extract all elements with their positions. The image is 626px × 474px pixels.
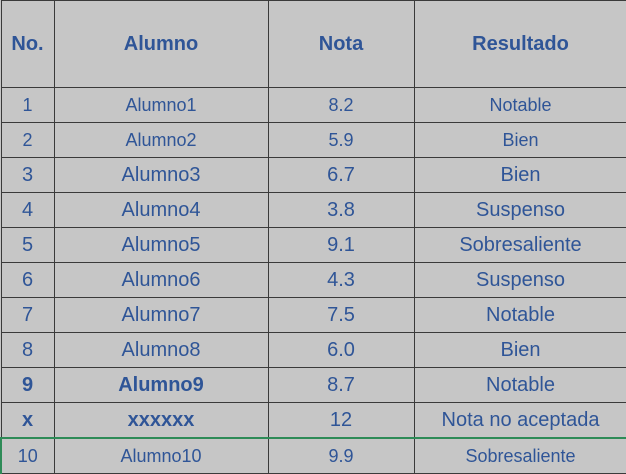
cell-resultado[interactable]: Notable <box>413 367 626 403</box>
cell-nota[interactable]: 3.8 <box>267 192 415 228</box>
header-nota[interactable]: Nota <box>267 0 415 88</box>
cell-no[interactable]: 8 <box>0 332 55 368</box>
cell-nota[interactable]: 7.5 <box>267 297 415 333</box>
cell-no[interactable]: 7 <box>0 297 55 333</box>
table-row: x xxxxxx 12 Nota no aceptada <box>0 402 626 439</box>
cell-no[interactable]: 5 <box>0 227 55 263</box>
cell-nota[interactable]: 8.7 <box>267 367 415 403</box>
cell-no[interactable]: 2 <box>0 122 55 158</box>
cell-no[interactable]: 3 <box>0 157 55 193</box>
cell-alumno[interactable]: Alumno9 <box>53 367 269 403</box>
cell-nota[interactable]: 9.9 <box>267 437 415 474</box>
cell-no[interactable]: 4 <box>0 192 55 228</box>
table-row: 8 Alumno8 6.0 Bien <box>0 332 626 368</box>
cell-resultado[interactable]: Bien <box>413 157 626 193</box>
header-no[interactable]: No. <box>0 0 55 88</box>
cell-alumno[interactable]: Alumno5 <box>53 227 269 263</box>
cell-resultado[interactable]: Suspenso <box>413 192 626 228</box>
cell-alumno[interactable]: Alumno4 <box>53 192 269 228</box>
header-alumno[interactable]: Alumno <box>53 0 269 88</box>
table-row: 2 Alumno2 5.9 Bien <box>0 122 626 158</box>
cell-no[interactable]: x <box>0 402 55 439</box>
cell-resultado[interactable]: Bien <box>413 122 626 158</box>
table-row: 1 Alumno1 8.2 Notable <box>0 87 626 123</box>
cell-alumno[interactable]: Alumno1 <box>53 87 269 123</box>
cell-alumno[interactable]: Alumno10 <box>53 437 269 474</box>
grades-table: No. Alumno Nota Resultado 1 Alumno1 8.2 … <box>0 0 626 474</box>
table-row: 7 Alumno7 7.5 Notable <box>0 297 626 333</box>
cell-resultado[interactable]: Suspenso <box>413 262 626 298</box>
cell-alumno[interactable]: xxxxxx <box>53 402 269 439</box>
cell-resultado[interactable]: Nota no aceptada <box>413 402 626 439</box>
cell-resultado[interactable]: Notable <box>413 297 626 333</box>
cell-alumno[interactable]: Alumno6 <box>53 262 269 298</box>
cell-alumno[interactable]: Alumno7 <box>53 297 269 333</box>
cell-resultado[interactable]: Notable <box>413 87 626 123</box>
cell-no[interactable]: 1 <box>0 87 55 123</box>
header-resultado[interactable]: Resultado <box>413 0 626 88</box>
table-row: 9 Alumno9 8.7 Notable <box>0 367 626 403</box>
cell-alumno[interactable]: Alumno3 <box>53 157 269 193</box>
table-row: 3 Alumno3 6.7 Bien <box>0 157 626 193</box>
cell-resultado[interactable]: Sobresaliente <box>413 227 626 263</box>
cell-nota[interactable]: 5.9 <box>267 122 415 158</box>
cell-no[interactable]: 10 <box>0 437 55 474</box>
table-row: 5 Alumno5 9.1 Sobresaliente <box>0 227 626 263</box>
cell-no[interactable]: 9 <box>0 367 55 403</box>
cell-alumno[interactable]: Alumno8 <box>53 332 269 368</box>
cell-nota[interactable]: 9.1 <box>267 227 415 263</box>
cell-nota[interactable]: 4.3 <box>267 262 415 298</box>
spreadsheet-grid: No. Alumno Nota Resultado 1 Alumno1 8.2 … <box>0 0 626 474</box>
cell-resultado[interactable]: Sobresaliente <box>413 437 626 474</box>
cell-nota[interactable]: 12 <box>267 402 415 439</box>
cell-alumno[interactable]: Alumno2 <box>53 122 269 158</box>
table-row: 4 Alumno4 3.8 Suspenso <box>0 192 626 228</box>
table-row: 10 Alumno10 9.9 Sobresaliente <box>0 437 626 474</box>
table-row: 6 Alumno6 4.3 Suspenso <box>0 262 626 298</box>
cell-nota[interactable]: 8.2 <box>267 87 415 123</box>
header-row: No. Alumno Nota Resultado <box>0 0 626 88</box>
cell-resultado[interactable]: Bien <box>413 332 626 368</box>
cell-no[interactable]: 6 <box>0 262 55 298</box>
cell-nota[interactable]: 6.0 <box>267 332 415 368</box>
cell-nota[interactable]: 6.7 <box>267 157 415 193</box>
